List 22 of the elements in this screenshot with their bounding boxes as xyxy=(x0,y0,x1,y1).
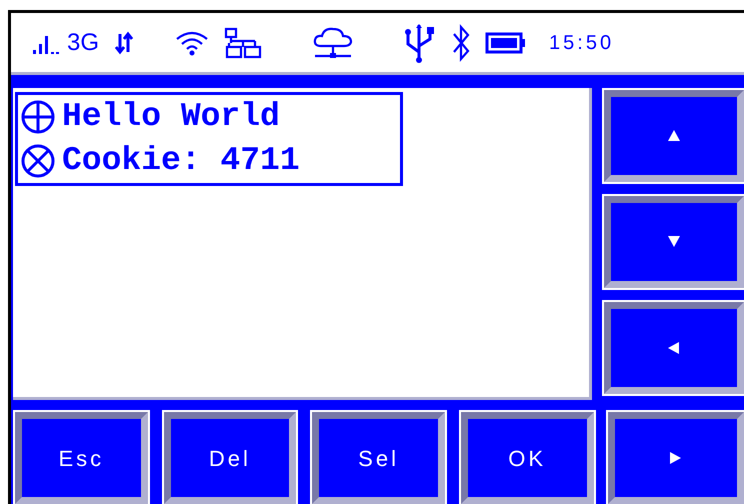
triangle-up-icon xyxy=(667,129,681,143)
bluetooth-icon xyxy=(451,24,472,62)
triangle-left-icon xyxy=(667,341,681,355)
triangle-right-icon xyxy=(668,451,683,465)
soft-key-button[interactable]: Del xyxy=(164,412,296,504)
right-arrow-button[interactable] xyxy=(608,412,744,504)
network-type-label: 3G xyxy=(67,28,100,58)
soft-key-button[interactable]: OK xyxy=(460,412,594,504)
x-circle-icon xyxy=(20,143,56,179)
left-arrow-button[interactable] xyxy=(604,302,744,394)
clock-label: 15:50 xyxy=(549,30,614,56)
soft-key-button[interactable]: Esc xyxy=(15,412,148,504)
network-icon xyxy=(223,26,264,58)
crosshair-circle-icon xyxy=(20,99,56,135)
list-item-label[interactable]: Cookie: 4711 xyxy=(62,141,300,181)
down-arrow-button[interactable] xyxy=(604,196,744,288)
up-down-arrows-icon xyxy=(113,30,136,54)
up-arrow-button[interactable] xyxy=(604,90,744,182)
soft-key-button[interactable]: Sel xyxy=(312,412,445,504)
list-item-label[interactable]: Hello World xyxy=(62,97,280,137)
battery-icon xyxy=(485,32,528,54)
triangle-down-icon xyxy=(667,235,681,249)
